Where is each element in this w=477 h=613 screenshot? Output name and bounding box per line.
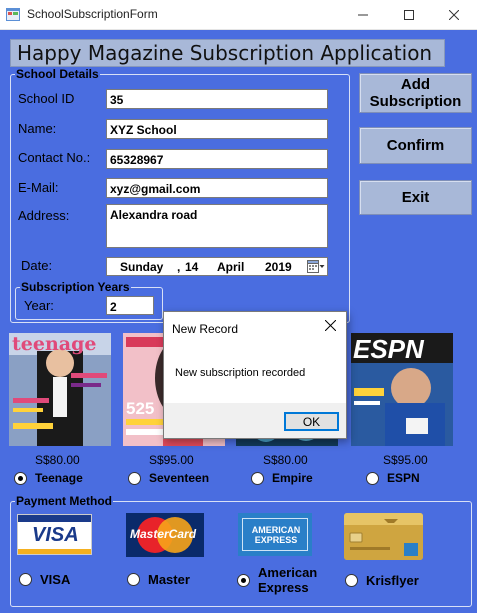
radio-master[interactable]: Master <box>127 572 190 587</box>
mastercard-logo: MasterCard <box>126 513 204 557</box>
teenage-cover-title: teenage <box>12 333 97 355</box>
form-client-area: Happy Magazine Subscription Application … <box>0 30 477 613</box>
maximize-icon <box>404 10 414 20</box>
radio-empire-label: Empire <box>272 471 313 485</box>
radio-seventeen-dot[interactable] <box>128 471 141 485</box>
minimize-icon <box>358 14 368 16</box>
exit-button[interactable]: Exit <box>359 180 472 215</box>
contact-label: Contact No.: <box>18 150 91 165</box>
address-label: Address: <box>18 208 70 223</box>
radio-master-dot[interactable] <box>127 573 140 586</box>
school-id-field[interactable]: 35 <box>106 89 328 109</box>
year-field[interactable]: 2 <box>106 296 154 315</box>
radio-krisflyer-label: Krisflyer <box>366 573 419 588</box>
radio-visa[interactable]: VISA <box>19 572 70 587</box>
minimize-button[interactable] <box>340 0 386 30</box>
email-label: E-Mail: <box>18 180 59 195</box>
amex-logo: AMERICAN EXPRESS <box>238 513 312 556</box>
magazine-cover-espn: ESPN <box>351 333 453 446</box>
school-details-legend: School Details <box>16 67 99 81</box>
radio-espn-dot[interactable] <box>366 471 379 485</box>
price-teenage: S$80.00 <box>35 453 80 467</box>
radio-seventeen-label: Seventeen <box>149 471 210 485</box>
date-label: Date: <box>21 258 53 273</box>
window-title: SchoolSubscriptionForm <box>27 7 158 21</box>
radio-espn[interactable]: ESPN <box>366 471 420 485</box>
radio-teenage-label: Teenage <box>35 471 83 485</box>
new-record-dialog: New Record New subscription recorded OK <box>163 311 347 439</box>
radio-amex-label: American Express <box>258 565 318 595</box>
radio-empire-dot[interactable] <box>251 471 264 485</box>
add-subscription-button[interactable]: Add Subscription <box>359 73 472 113</box>
krisflyer-card-logo <box>344 513 423 560</box>
confirm-button[interactable]: Confirm <box>359 127 472 164</box>
date-day: 14 <box>185 260 199 274</box>
radio-seventeen[interactable]: Seventeen <box>128 471 209 485</box>
school-id-label: School ID <box>18 91 75 106</box>
radio-visa-label: VISA <box>40 572 71 587</box>
dialog-close-button[interactable] <box>324 318 337 335</box>
radio-teenage[interactable]: Teenage <box>14 471 83 485</box>
radio-amex[interactable]: American Express <box>237 565 328 595</box>
magazine-cover-teenage: teenage <box>9 333 111 446</box>
radio-teenage-dot[interactable] <box>14 471 27 485</box>
date-month: April <box>217 260 245 274</box>
radio-krisflyer[interactable]: Krisflyer <box>345 573 419 588</box>
payment-method-legend: Payment Method <box>16 494 113 508</box>
close-icon <box>449 10 459 20</box>
close-button[interactable] <box>431 0 477 30</box>
radio-visa-dot[interactable] <box>19 573 32 586</box>
amex-logo-text: AMERICAN EXPRESS <box>251 525 301 545</box>
contact-field[interactable]: 65328967 <box>106 149 328 169</box>
maximize-button[interactable] <box>386 0 432 30</box>
email-field[interactable]: xyz@gmail.com <box>106 178 328 198</box>
date-separator: , <box>177 260 181 274</box>
app-icon <box>6 8 20 21</box>
visa-logo: VISA <box>17 514 92 555</box>
radio-master-label: Master <box>148 572 190 587</box>
price-seventeen: S$95.00 <box>149 453 194 467</box>
date-picker[interactable]: Sunday , 14 April 2019 <box>106 257 328 276</box>
header-title: Happy Magazine Subscription Application <box>17 41 433 65</box>
price-espn: S$95.00 <box>383 453 428 467</box>
close-icon <box>324 319 337 332</box>
name-field[interactable]: XYZ School <box>106 119 328 139</box>
price-empire: S$80.00 <box>263 453 308 467</box>
window-title-bar: SchoolSubscriptionForm <box>0 0 477 30</box>
dialog-footer: OK <box>164 403 346 438</box>
mastercard-logo-text: MasterCard <box>130 527 197 541</box>
seventeen-cover-number: 525 <box>126 399 155 418</box>
radio-krisflyer-dot[interactable] <box>345 574 358 587</box>
visa-logo-text: VISA <box>32 524 79 546</box>
calendar-dropdown-icon[interactable] <box>307 259 325 274</box>
dialog-ok-button[interactable]: OK <box>284 412 339 431</box>
dialog-title: New Record <box>172 322 239 336</box>
date-weekday: Sunday <box>120 260 164 274</box>
name-label: Name: <box>18 121 57 136</box>
year-label: Year: <box>24 298 54 313</box>
app-header: Happy Magazine Subscription Application <box>10 39 445 67</box>
date-year: 2019 <box>265 260 292 274</box>
radio-amex-dot[interactable] <box>237 573 250 587</box>
address-field[interactable]: Alexandra road <box>106 204 328 248</box>
radio-empire[interactable]: Empire <box>251 471 313 485</box>
dialog-message: New subscription recorded <box>175 367 306 379</box>
subscription-years-legend: Subscription Years <box>21 280 130 294</box>
espn-cover-logo: ESPN <box>353 334 424 364</box>
radio-espn-label: ESPN <box>387 471 420 485</box>
